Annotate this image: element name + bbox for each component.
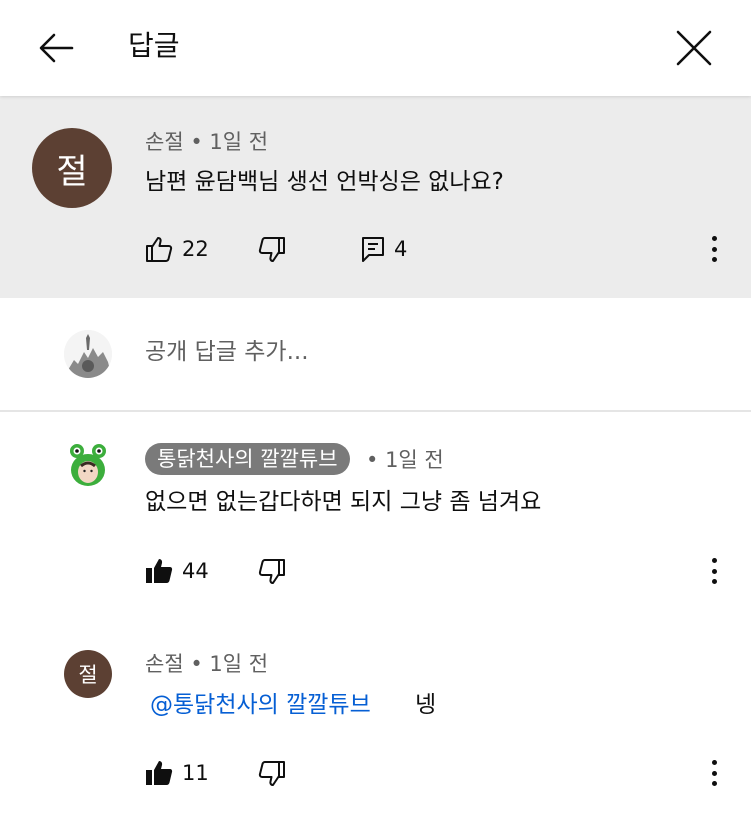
page-title: 답글 [128,29,180,62]
like-button[interactable]: 22 [144,234,209,264]
author-badge[interactable]: 통닭천사의 깔깔튜브 [145,443,350,475]
comment-meta: 손절 • 1일 전 [145,128,268,156]
close-icon [676,30,712,66]
comment-text: 남편 윤담백님 생선 언박싱은 없나요? [145,169,504,195]
header-bar: 답글 [0,0,751,96]
dislike-button[interactable] [257,235,287,265]
dislike-button[interactable] [257,557,287,587]
like-button[interactable]: 11 [144,758,209,788]
comment-time: 1일 전 [209,130,269,154]
user-avatar [64,330,112,378]
divider [0,410,751,412]
back-arrow-icon [39,33,74,63]
mention-link[interactable]: @통닭천사의 깔깔튜브 [150,689,371,721]
thumbs-down-icon [258,237,285,262]
like-count: 44 [182,559,209,583]
meta-separator: • [190,652,210,676]
parent-comment: 절 손절 • 1일 전 남편 윤담백님 생선 언박싱은 없나요? 22 4 [0,96,751,298]
avatar[interactable]: 절 [64,650,112,698]
avatar[interactable] [64,440,112,488]
thumbs-down-icon [258,761,285,786]
comment-time: 1일 전 [209,652,269,676]
comment-meta: • 1일 전 [366,446,444,474]
meta-separator: • [366,448,386,472]
reply-icon [362,237,384,262]
like-button[interactable]: 44 [144,556,209,586]
comment-meta: 손절 • 1일 전 [145,650,268,678]
author-name[interactable]: 손절 [145,130,184,154]
like-count: 22 [182,237,209,261]
author-name[interactable]: 손절 [145,652,184,676]
thumbs-down-icon [258,559,285,584]
more-vert-icon[interactable] [704,556,724,586]
dislike-button[interactable] [257,759,287,789]
comment-text: 없으면 없는갑다하면 되지 그냥 좀 넘겨요 [145,489,542,515]
like-count: 11 [182,761,209,785]
back-button[interactable] [34,26,78,70]
meta-separator: • [190,130,210,154]
add-reply-row[interactable]: 공개 답글 추가... [0,298,751,410]
thumbs-up-icon [146,761,173,785]
thumbs-up-icon [146,237,173,262]
thumbs-up-icon [146,559,173,583]
more-vert-icon[interactable] [704,758,724,788]
close-button[interactable] [672,26,716,70]
comment-text: 넹 [415,692,437,718]
avatar[interactable]: 절 [32,128,112,208]
comment-time: 1일 전 [385,448,444,472]
reply-count: 4 [394,237,408,261]
reply-input[interactable]: 공개 답글 추가... [145,336,309,368]
reply-button[interactable]: 4 [360,235,407,263]
more-vert-icon[interactable] [704,234,724,264]
